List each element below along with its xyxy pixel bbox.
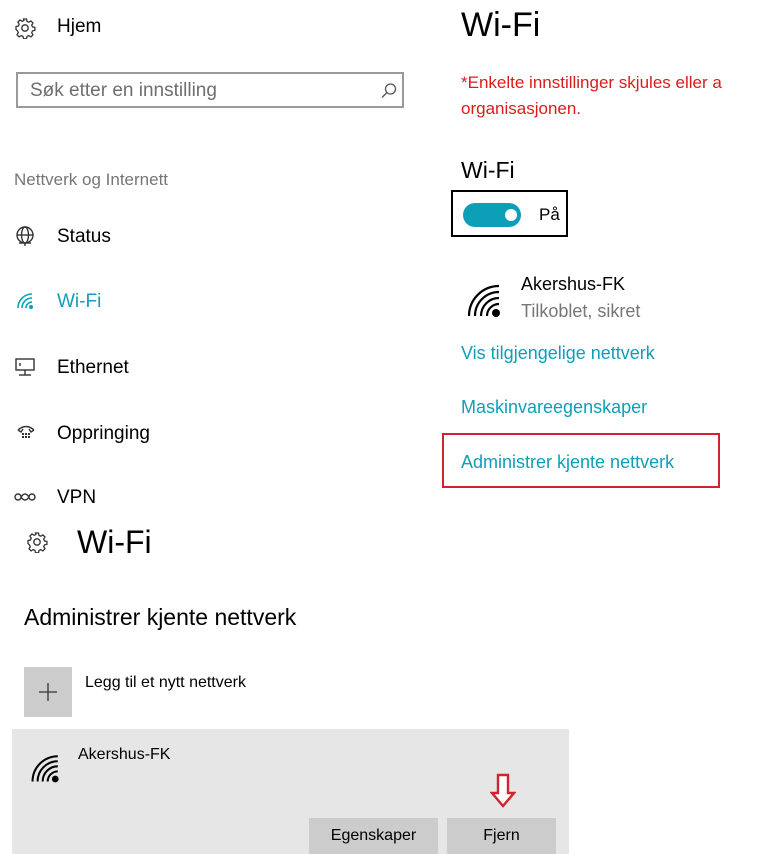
policy-warning: *Enkelte innstillinger skjules eller a o… (461, 70, 761, 122)
plus-icon (39, 683, 57, 701)
ethernet-icon (15, 358, 35, 376)
arrow-down-icon (490, 773, 516, 808)
sidebar-item-label: Oppringing (57, 423, 150, 444)
toggle-knob (505, 209, 517, 221)
wifi-signal-icon (31, 755, 59, 783)
dialup-icon (17, 425, 35, 438)
remove-button[interactable]: Fjern (447, 818, 556, 854)
sidebar-item-label: Status (57, 226, 111, 247)
add-network-label[interactable]: Legg til et nytt nettverk (85, 674, 246, 692)
network-name: Akershus-FK (521, 274, 626, 294)
gear-icon (15, 18, 36, 39)
vpn-icon (14, 493, 36, 501)
sidebar-item-label: VPN (57, 487, 97, 508)
show-available-networks-link[interactable]: Vis tilgjengelige nettverk (461, 343, 655, 364)
properties-button[interactable]: Egenskaper (309, 818, 438, 854)
known-network-name: Akershus-FK (78, 746, 171, 763)
wifi-signal-icon (467, 284, 500, 317)
search-box[interactable] (16, 72, 404, 108)
network-status: Tilkoblet, sikret (521, 301, 641, 321)
manage-heading: Administrer kjente nettverk (24, 604, 297, 630)
section-label: Nettverk og Internett (14, 170, 169, 189)
gear-icon (27, 532, 48, 553)
wifi-icon (17, 293, 33, 309)
policy-warning-line1: *Enkelte innstillinger skjules eller a (461, 73, 722, 92)
home-label: Hjem (57, 16, 102, 37)
search-input[interactable] (28, 78, 362, 104)
manage-known-networks-link[interactable]: Administrer kjente nettverk (461, 452, 674, 473)
search-icon[interactable] (380, 82, 398, 100)
hardware-properties-link[interactable]: Maskinvareegenskaper (461, 397, 647, 418)
globe-icon (16, 226, 34, 246)
toggle-state-label: På (539, 205, 560, 224)
policy-warning-line2: organisasjonen. (461, 99, 582, 118)
page-title: Wi-Fi (461, 6, 541, 44)
manage-page-title: Wi-Fi (77, 524, 152, 560)
wifi-heading: Wi-Fi (461, 157, 515, 183)
sidebar-item-label: Wi-Fi (57, 291, 102, 312)
add-network-button[interactable] (24, 667, 72, 717)
sidebar-item-label: Ethernet (57, 357, 129, 378)
